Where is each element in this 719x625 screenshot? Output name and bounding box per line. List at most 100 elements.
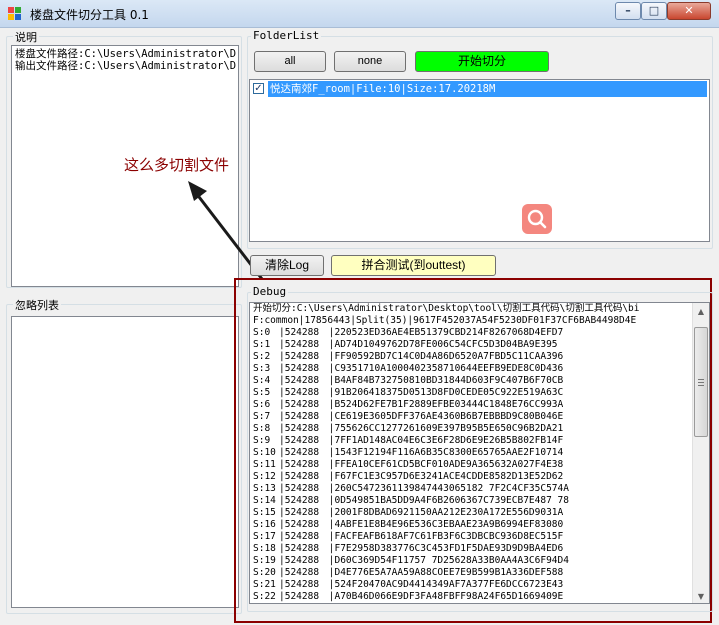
log-row-hash: CE619E3605DFF376AE4360B6B7EBBBD9C80B046E [334, 411, 564, 422]
log-row-hash: B4AF84B732750810BD31844D603F9C407B6F70CB [334, 375, 564, 386]
log-row-index: S:14 [253, 495, 276, 506]
description-line: 输出文件路径:C:\Users\Administrator\D [15, 60, 237, 72]
log-row-hash: FFEA10CEF61CD5BCF010ADE9A365632A027F4E38 [334, 459, 564, 470]
log-row: S:7 |524288 |CE619E3605DFF376AE4360B6B7EBB… [253, 411, 564, 422]
log-row-size: 524288 [284, 327, 320, 338]
log-row-index: S:7 [253, 411, 271, 422]
description-group-label: 说明 [13, 29, 39, 45]
none-button[interactable]: none [334, 51, 406, 72]
maximize-button[interactable]: □ [641, 2, 667, 20]
log-row-index: S:12 [253, 471, 276, 482]
log-row-size: 524288 [284, 411, 320, 422]
log-row-size: 524288 [284, 375, 320, 386]
log-row-size: 524288 [284, 339, 320, 350]
log-row: S:17 |524288 |FACFEAFB618AF7C61FB3F6C3DBCB… [253, 531, 564, 542]
close-button[interactable]: ✕ [667, 2, 711, 20]
log-row-size: 524288 [284, 495, 320, 506]
log-row-hash: FACFEAFB618AF7C61FB3F6C3DBCBC936D8EC515F [334, 531, 564, 542]
log-row-index: S:1 [253, 339, 271, 350]
log-row-index: S:8 [253, 423, 271, 434]
log-row-hash: 260C5472361139847443065182 7F2C4CF35C574… [334, 483, 569, 494]
app-window: 楼盘文件切分工具 0.1 – □ ✕ 说明 楼盘文件路径:C:\Users\Ad… [0, 0, 719, 625]
log-row-size: 524288 [284, 531, 320, 542]
log-row-hash: 1543F12194F116A6B35C8300E65765AAE2F10714 [334, 447, 564, 458]
log-row-index: S:2 [253, 351, 271, 362]
log-row-index: S:20 [253, 567, 276, 578]
minimize-button[interactable]: – [615, 2, 641, 20]
log-row-size: 524288 [284, 423, 320, 434]
log-row-hash: FF90592BD7C14C0D4A86D6520A7FBD5C11CAA396 [334, 351, 564, 362]
log-row-hash: 2001F8DBAD6921150AA212E230A172E556D9031A [334, 507, 564, 518]
log-row: S:6 |524288 |B524D62FE7B1F2889EFBE03444C18… [253, 399, 564, 410]
log-row-hash: 4ABFE1E8B4E96E536C3EBAAE23A9B6994EF83080 [334, 519, 564, 530]
search-icon [527, 209, 547, 229]
log-row-hash: 7FF1AD148AC04E6C3E6F28D6E9E26B5B802FB14F [334, 435, 564, 446]
folder-item-checkbox[interactable]: ✓ [253, 83, 264, 94]
search-fab-button[interactable] [522, 204, 552, 234]
log-row-index: S:5 [253, 387, 271, 398]
log-row-hash: F7E2958D383776C3C453FD1F5DAE93D9D9BA4ED6 [334, 543, 564, 554]
folder-item-label: 悦达南郊F_room|File:10|Size:17.20218M [268, 81, 707, 97]
scrollbar-thumb[interactable] [694, 327, 708, 437]
log-row-size: 524288 [284, 435, 320, 446]
log-row: S:0 |524288 |220523ED36AE4EB51379CBD214F82… [253, 327, 564, 338]
merge-test-button[interactable]: 拼合测试(到outtest) [331, 255, 496, 276]
clear-log-button[interactable]: 清除Log [250, 255, 324, 276]
log-row: S:11 |524288 |FFEA10CEF61CD5BCF010ADE9A365… [253, 459, 564, 470]
log-row: S:13 |524288 |260C5472361139847443065182 7… [253, 483, 569, 494]
log-row-size: 524288 [284, 399, 320, 410]
ignore-list[interactable] [11, 316, 239, 608]
scroll-up-icon[interactable]: ▲ [693, 303, 709, 320]
log-row-hash: AD74D1049762D78FE006C54CFC5D3D04BA9E395 [334, 339, 558, 350]
maximize-icon: □ [648, 4, 660, 17]
window-title: 楼盘文件切分工具 0.1 [30, 8, 149, 22]
log-row-index: S:0 [253, 327, 271, 338]
app-icon [8, 7, 22, 21]
log-row-size: 524288 [284, 579, 320, 590]
log-row-size: 524288 [284, 483, 320, 494]
start-split-button[interactable]: 开始切分 [415, 51, 549, 72]
log-row-hash: 0D549851BA5DD9A4F6B2606367C739ECB7E487 7… [334, 495, 569, 506]
all-button[interactable]: all [254, 51, 326, 72]
log-row: S:20 |524288 |D4E776E5A7AA59A88COEE7E9B599… [253, 567, 564, 578]
log-row-index: S:21 [253, 579, 276, 590]
log-row-hash: 91B206418375D0513D8FD0CEDE05C922E519A63C [334, 387, 564, 398]
folder-list[interactable]: ✓ 悦达南郊F_room|File:10|Size:17.20218M [249, 79, 710, 242]
log-row-index: S:15 [253, 507, 276, 518]
log-row: S:9 |524288 |7FF1AD148AC04E6C3E6F28D6E9E26… [253, 435, 564, 446]
log-row-index: S:16 [253, 519, 276, 530]
debug-group-label: Debug [251, 285, 289, 298]
log-row-size: 524288 [284, 591, 320, 602]
log-row: S:22 |524288 |A70B46D066E9DF3FA48FBFF98A24… [253, 591, 564, 602]
log-row: S:3 |524288 |C9351710A1000402358710644EEFB… [253, 363, 564, 374]
title-bar[interactable]: 楼盘文件切分工具 0.1 – □ ✕ [0, 0, 719, 28]
log-row-size: 524288 [284, 363, 320, 374]
log-row-index: S:18 [253, 543, 276, 554]
log-row-hash: A70B46D066E9DF3FA48FBFF98A24F65D1669409E [334, 591, 564, 602]
debug-log[interactable]: 开始切分:C:\Users\Administrator\Desktop\tool… [249, 302, 710, 604]
folder-list-item[interactable]: ✓ 悦达南郊F_room|File:10|Size:17.20218M [252, 81, 707, 97]
log-row-index: S:22 [253, 591, 276, 602]
log-row: S:5 |524288 |91B206418375D0513D8FD0CEDE05C… [253, 387, 564, 398]
log-row-index: S:9 [253, 435, 271, 446]
log-row: S:19 |524288 |D60C369D54F11757 7D25628A33B… [253, 555, 569, 566]
log-row: S:18 |524288 |F7E2958D383776C3C453FD1F5DAE… [253, 543, 564, 554]
log-row-index: S:17 [253, 531, 276, 542]
log-row-size: 524288 [284, 567, 320, 578]
log-row-size: 524288 [284, 507, 320, 518]
log-row-index: S:3 [253, 363, 271, 374]
log-row-size: 524288 [284, 555, 320, 566]
log-row-hash: 755626CC1277261609E397B95B5E650C96B2DA21 [334, 423, 564, 434]
log-row: S:16 |524288 |4ABFE1E8B4E96E536C3EBAAE23A9… [253, 519, 564, 530]
log-row: S:4 |524288 |B4AF84B732750810BD31844D603F9… [253, 375, 564, 386]
annotation-text: 这么多切割文件 [124, 156, 230, 174]
log-row-size: 524288 [284, 447, 320, 458]
log-row-index: S:13 [253, 483, 276, 494]
log-row-size: 524288 [284, 519, 320, 530]
log-row-hash: C9351710A1000402358710644EEFB9EDE8C0D436 [334, 363, 564, 374]
close-icon: ✕ [684, 4, 694, 17]
scroll-down-icon[interactable]: ▼ [693, 588, 709, 603]
log-header-line: F:common|17856443|Split(35)|9617F452037A… [253, 315, 637, 326]
debug-log-scrollbar[interactable]: ▲ ▼ [692, 303, 709, 603]
log-row-size: 524288 [284, 543, 320, 554]
